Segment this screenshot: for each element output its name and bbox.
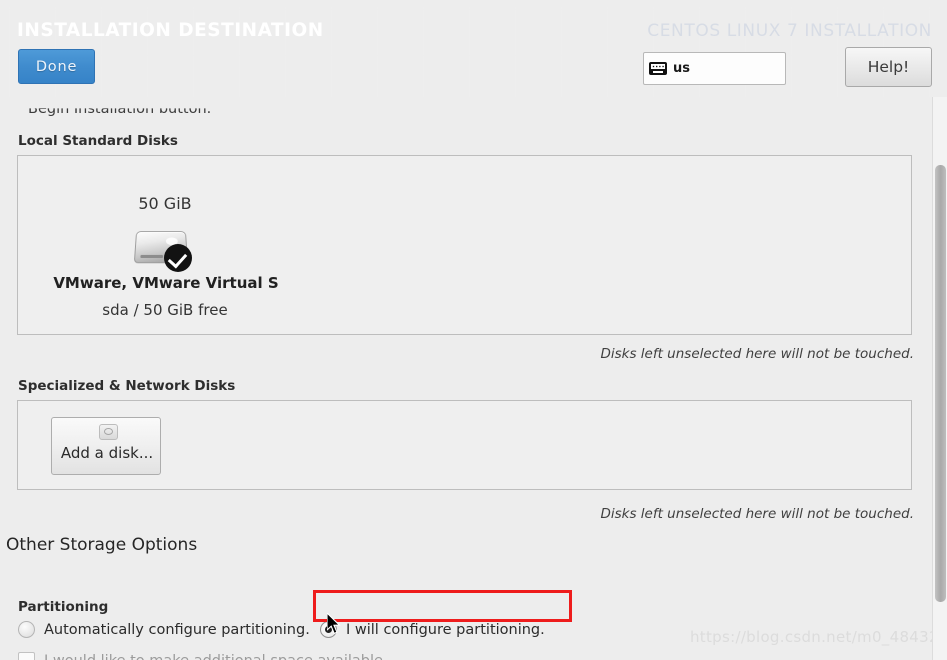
page-title: INSTALLATION DESTINATION <box>17 20 324 41</box>
checkbox-label-additional-space: I would like to make additional space av… <box>44 653 388 660</box>
annotation-highlight-box <box>313 590 572 622</box>
disk-tile-sda[interactable]: 50 GiB VMware, VMware Virtual S sda / 50… <box>34 170 296 322</box>
specialized-unselected-note: Disks left unselected here will not be t… <box>600 506 914 522</box>
product-title: CENTOS LINUX 7 INSTALLATION <box>647 21 932 41</box>
local-disks-panel: 50 GiB VMware, VMware Virtual S sda / 50… <box>17 155 912 335</box>
hard-drive-icon <box>133 224 199 272</box>
checkbox-additional-space: I would like to make additional space av… <box>18 652 388 660</box>
vertical-scrollbar[interactable] <box>932 97 947 660</box>
other-storage-options-title: Other Storage Options <box>6 535 198 555</box>
specialized-disks-panel: Add a disk... <box>17 400 912 490</box>
partitioning-label: Partitioning <box>18 599 109 615</box>
installation-destination-body: Begin Installation button. Local Standar… <box>0 97 947 660</box>
checkbox-icon-additional-space <box>18 652 35 660</box>
watermark-text: https://blog.csdn.net/m0_48432559 <box>690 628 947 646</box>
keyboard-layout-label: us <box>673 61 690 76</box>
local-unselected-note: Disks left unselected here will not be t… <box>600 346 914 362</box>
scrollbar-thumb[interactable] <box>935 165 946 602</box>
keyboard-layout-indicator[interactable]: us <box>643 52 786 85</box>
add-a-disk-button[interactable]: Add a disk... <box>51 417 161 475</box>
installer-header: INSTALLATION DESTINATION CENTOS LINUX 7 … <box>0 0 947 97</box>
specialized-disks-label: Specialized & Network Disks <box>18 378 236 394</box>
disk-model-label: VMware, VMware Virtual S <box>53 274 279 292</box>
radio-icon-automatic[interactable] <box>18 621 35 638</box>
radio-label-manual: I will configure partitioning. <box>346 621 545 638</box>
clipped-instruction-text: Begin Installation button. <box>28 101 212 117</box>
help-button[interactable]: Help! <box>845 47 932 87</box>
disk-device-label: sda / 50 GiB free <box>102 301 228 319</box>
checkmark-badge-icon <box>164 244 192 272</box>
radio-manual-partitioning[interactable]: I will configure partitioning. <box>320 621 545 638</box>
radio-label-automatic: Automatically configure partitioning. <box>44 621 310 638</box>
keyboard-icon <box>649 62 667 75</box>
add-a-disk-label: Add a disk... <box>60 444 154 462</box>
disk-capacity-label: 50 GiB <box>138 194 192 213</box>
mouse-cursor <box>327 613 341 635</box>
add-disk-icon <box>99 424 118 440</box>
radio-automatic-partitioning[interactable]: Automatically configure partitioning. <box>18 621 310 638</box>
done-button[interactable]: Done <box>18 49 95 84</box>
local-standard-disks-label: Local Standard Disks <box>18 133 178 149</box>
